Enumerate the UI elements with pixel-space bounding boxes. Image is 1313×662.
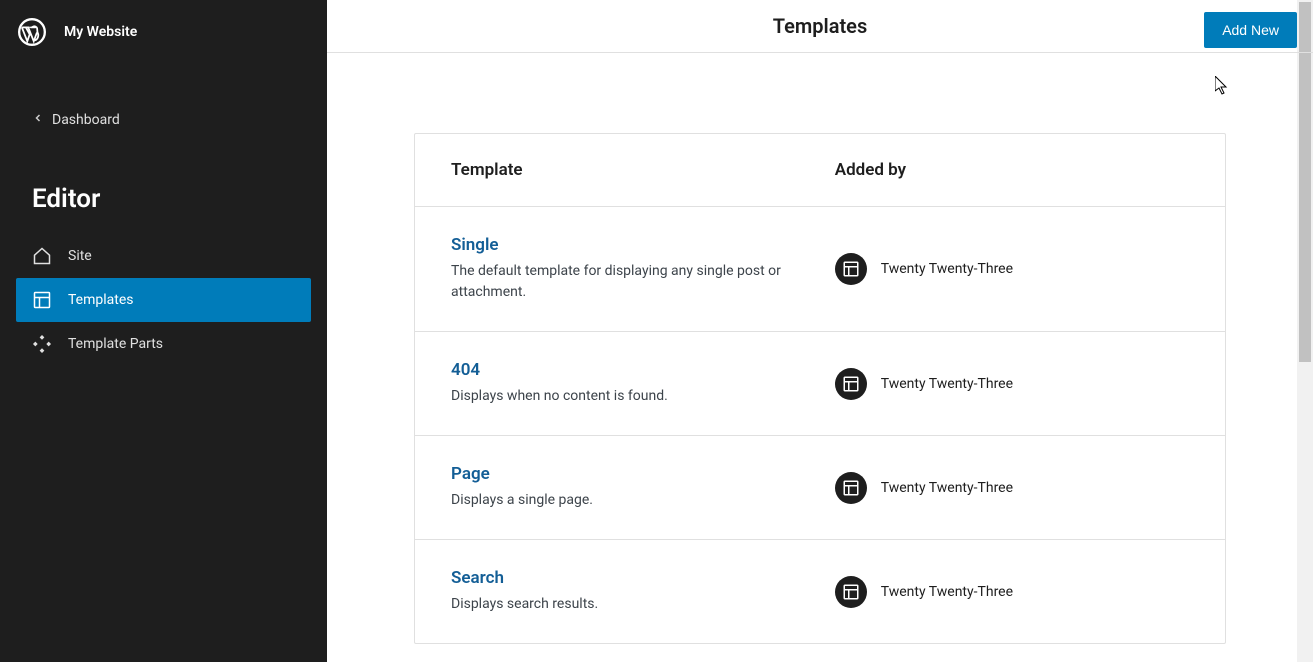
templates-table: Template Added by Single The default tem… — [414, 133, 1226, 644]
wordpress-logo-icon[interactable] — [16, 16, 48, 48]
template-desc: The default template for displaying any … — [451, 261, 805, 303]
sidebar: My Website Dashboard Editor Site — [0, 0, 327, 662]
template-cell: Page Displays a single page. — [451, 464, 835, 511]
site-title[interactable]: My Website — [64, 24, 137, 40]
theme-layout-icon — [835, 368, 867, 400]
nav-list: Site Templates Template Par — [0, 234, 327, 366]
addedby-cell: Twenty Twenty-Three — [835, 368, 1189, 400]
content-wrap: Template Added by Single The default tem… — [327, 53, 1313, 662]
nav-item-template-parts[interactable]: Template Parts — [16, 322, 311, 366]
theme-name: Twenty Twenty-Three — [881, 480, 1013, 496]
template-desc: Displays when no content is found. — [451, 386, 805, 407]
theme-name: Twenty Twenty-Three — [881, 376, 1013, 392]
page-title: Templates — [773, 14, 867, 38]
table-row: Page Displays a single page. Twenty Twen… — [415, 436, 1225, 540]
template-parts-icon — [32, 334, 52, 354]
dashboard-label: Dashboard — [52, 112, 120, 128]
template-cell: 404 Displays when no content is found. — [451, 360, 835, 407]
table-row: 404 Displays when no content is found. T… — [415, 332, 1225, 436]
template-cell: Search Displays search results. — [451, 568, 835, 615]
scrollbar[interactable] — [1297, 0, 1313, 662]
template-cell: Single The default template for displayi… — [451, 235, 835, 303]
theme-layout-icon — [835, 576, 867, 608]
nav-item-templates[interactable]: Templates — [16, 278, 311, 322]
dashboard-back-link[interactable]: Dashboard — [0, 100, 327, 140]
theme-layout-icon — [835, 253, 867, 285]
main-header: Templates Add New — [327, 0, 1313, 53]
column-header-template: Template — [451, 160, 835, 180]
nav-label: Site — [68, 248, 92, 264]
addedby-cell: Twenty Twenty-Three — [835, 253, 1189, 285]
template-link-search[interactable]: Search — [451, 568, 504, 588]
nav-label: Template Parts — [68, 336, 163, 352]
editor-heading: Editor — [0, 176, 327, 222]
sidebar-header: My Website — [0, 0, 327, 64]
theme-name: Twenty Twenty-Three — [881, 261, 1013, 277]
table-header: Template Added by — [415, 134, 1225, 207]
template-link-page[interactable]: Page — [451, 464, 490, 484]
main-content: Templates Add New Template Added by Sing… — [327, 0, 1313, 662]
addedby-cell: Twenty Twenty-Three — [835, 576, 1189, 608]
add-new-button[interactable]: Add New — [1204, 12, 1297, 48]
layout-icon — [32, 290, 52, 310]
chevron-left-icon — [32, 112, 44, 128]
scrollbar-thumb[interactable] — [1299, 2, 1311, 362]
addedby-cell: Twenty Twenty-Three — [835, 472, 1189, 504]
template-desc: Displays a single page. — [451, 490, 805, 511]
template-link-404[interactable]: 404 — [451, 360, 480, 380]
theme-name: Twenty Twenty-Three — [881, 584, 1013, 600]
table-row: Single The default template for displayi… — [415, 207, 1225, 332]
nav-item-site[interactable]: Site — [16, 234, 311, 278]
template-link-single[interactable]: Single — [451, 235, 499, 255]
home-icon — [32, 246, 52, 266]
template-desc: Displays search results. — [451, 594, 805, 615]
table-row: Search Displays search results. Twenty T… — [415, 540, 1225, 643]
theme-layout-icon — [835, 472, 867, 504]
column-header-addedby: Added by — [835, 160, 1189, 180]
nav-label: Templates — [68, 292, 134, 308]
